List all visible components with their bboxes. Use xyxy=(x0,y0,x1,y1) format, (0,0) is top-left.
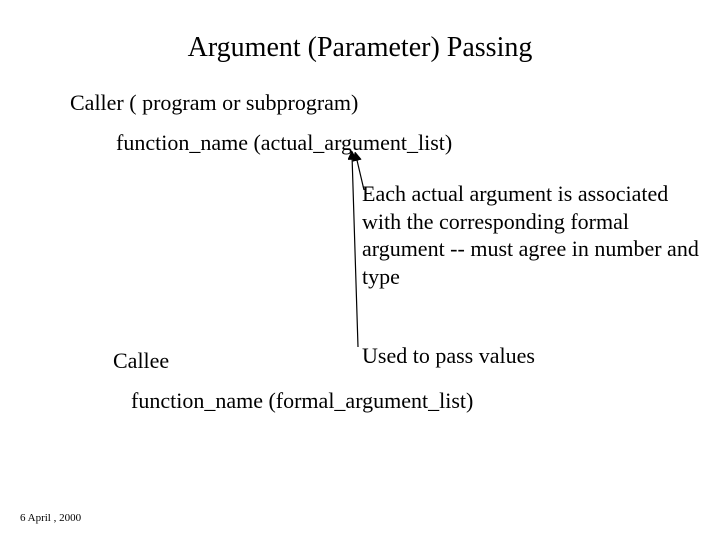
callee-heading: Callee xyxy=(113,348,169,374)
used-to-pass-text: Used to pass values xyxy=(362,343,535,369)
explanation-text: Each actual argument is associated with … xyxy=(362,180,702,290)
slide-title: Argument (Parameter) Passing xyxy=(0,32,720,64)
caller-syntax-text: function_name (actual_argument_list) xyxy=(116,130,452,156)
caller-heading: Caller ( program or subprogram) xyxy=(70,90,358,116)
callee-syntax-text: function_name (formal_argument_list) xyxy=(131,388,473,414)
footer-date: 6 April , 2000 xyxy=(20,512,81,524)
